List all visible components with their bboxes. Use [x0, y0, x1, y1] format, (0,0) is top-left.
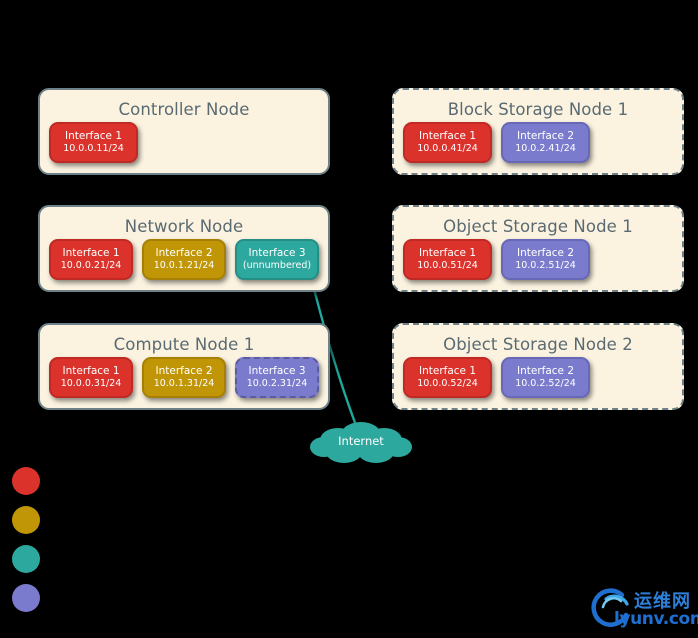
- interface-name: Interface 2: [155, 247, 213, 259]
- interface-row: Interface 1 10.0.0.21/24 Interface 2 10.…: [49, 239, 319, 280]
- interface-name: Interface 3: [248, 365, 306, 377]
- interface-name: Interface 1: [62, 365, 120, 377]
- interface-name: Interface 1: [62, 247, 120, 259]
- node-controller-node[interactable]: Controller Node Interface 1 10.0.0.11/24: [38, 88, 330, 175]
- interface-pill[interactable]: Interface 1 10.0.0.21/24: [49, 239, 133, 280]
- interface-address: 10.0.0.11/24: [63, 143, 124, 154]
- interface-row: Interface 1 10.0.0.51/24 Interface 2 10.…: [403, 239, 673, 280]
- interface-pill[interactable]: Interface 3 (unnumbered): [235, 239, 319, 280]
- interface-pill[interactable]: Interface 2 10.0.1.21/24: [142, 239, 226, 280]
- interface-pill[interactable]: Interface 1 10.0.0.11/24: [49, 122, 138, 163]
- interface-row: Interface 1 10.0.0.31/24 Interface 2 10.…: [49, 357, 319, 398]
- interface-pill[interactable]: Interface 1 10.0.0.41/24: [403, 122, 492, 163]
- site-watermark: 运维网 lyunv.com: [588, 583, 698, 633]
- interface-pill[interactable]: Interface 1 10.0.0.51/24: [403, 239, 492, 280]
- interface-address: 10.0.2.52/24: [515, 378, 576, 389]
- interface-address: 10.0.0.51/24: [417, 260, 478, 271]
- interface-name: Interface 1: [418, 365, 477, 377]
- cloud-icon: [310, 422, 412, 463]
- interface-address: 10.0.2.31/24: [246, 378, 308, 389]
- interface-address: 10.0.0.21/24: [60, 260, 122, 271]
- node-object-storage-node-1[interactable]: Object Storage Node 1 Interface 1 10.0.0…: [392, 205, 684, 292]
- interface-address: 10.0.0.52/24: [417, 378, 478, 389]
- interface-name: Interface 2: [155, 365, 213, 377]
- legend-swatch-teal: [12, 545, 40, 573]
- interface-name: Interface 1: [418, 130, 477, 142]
- legend-swatch-gold: [12, 506, 40, 534]
- node-block-storage-node-1[interactable]: Block Storage Node 1 Interface 1 10.0.0.…: [392, 88, 684, 175]
- interface-pill[interactable]: Interface 2 10.0.2.41/24: [501, 122, 590, 163]
- interface-name: Interface 2: [516, 130, 575, 142]
- interface-row: Interface 1 10.0.0.52/24 Interface 2 10.…: [403, 357, 673, 398]
- interface-name: Interface 1: [418, 247, 477, 259]
- interface-pill[interactable]: Interface 2 10.0.1.31/24: [142, 357, 226, 398]
- interface-name: Interface 2: [516, 247, 575, 259]
- interface-name: Interface 3: [248, 247, 306, 259]
- watermark-domain-text: lyunv.com: [614, 609, 698, 629]
- interface-address: 10.0.1.31/24: [153, 378, 215, 389]
- interface-address: 10.0.0.41/24: [417, 143, 478, 154]
- interface-pill[interactable]: Interface 2 10.0.2.51/24: [501, 239, 590, 280]
- internet-cloud[interactable]: Internet: [308, 418, 414, 466]
- interface-pill[interactable]: Interface 2 10.0.2.52/24: [501, 357, 590, 398]
- interface-pill[interactable]: Interface 1 10.0.0.52/24: [403, 357, 492, 398]
- node-title: Object Storage Node 2: [443, 335, 633, 354]
- node-title: Compute Node 1: [113, 335, 255, 354]
- node-object-storage-node-2[interactable]: Object Storage Node 2 Interface 1 10.0.0…: [392, 323, 684, 410]
- interface-address: (unnumbered): [242, 260, 312, 271]
- legend-swatch-red: [12, 467, 40, 495]
- node-network-node[interactable]: Network Node Interface 1 10.0.0.21/24 In…: [38, 205, 330, 292]
- interface-pill[interactable]: Interface 3 10.0.2.31/24: [235, 357, 319, 398]
- legend-swatch-purple: [12, 584, 40, 612]
- node-compute-node-1[interactable]: Compute Node 1 Interface 1 10.0.0.31/24 …: [38, 323, 330, 410]
- interface-pill[interactable]: Interface 1 10.0.0.31/24: [49, 357, 133, 398]
- node-title: Network Node: [124, 217, 244, 236]
- node-title: Controller Node: [118, 100, 250, 119]
- node-title: Object Storage Node 1: [443, 217, 633, 236]
- interface-address: 10.0.0.31/24: [60, 378, 122, 389]
- interface-row: Interface 1 10.0.0.41/24 Interface 2 10.…: [403, 122, 673, 163]
- node-title: Block Storage Node 1: [447, 100, 629, 119]
- interface-address: 10.0.2.51/24: [515, 260, 576, 271]
- interface-name: Interface 2: [516, 365, 575, 377]
- diagram-canvas: Controller Node Interface 1 10.0.0.11/24…: [0, 0, 698, 638]
- interface-address: 10.0.1.21/24: [153, 260, 215, 271]
- interface-row: Interface 1 10.0.0.11/24: [49, 122, 319, 163]
- interface-name: Interface 1: [64, 130, 123, 142]
- interface-address: 10.0.2.41/24: [515, 143, 576, 154]
